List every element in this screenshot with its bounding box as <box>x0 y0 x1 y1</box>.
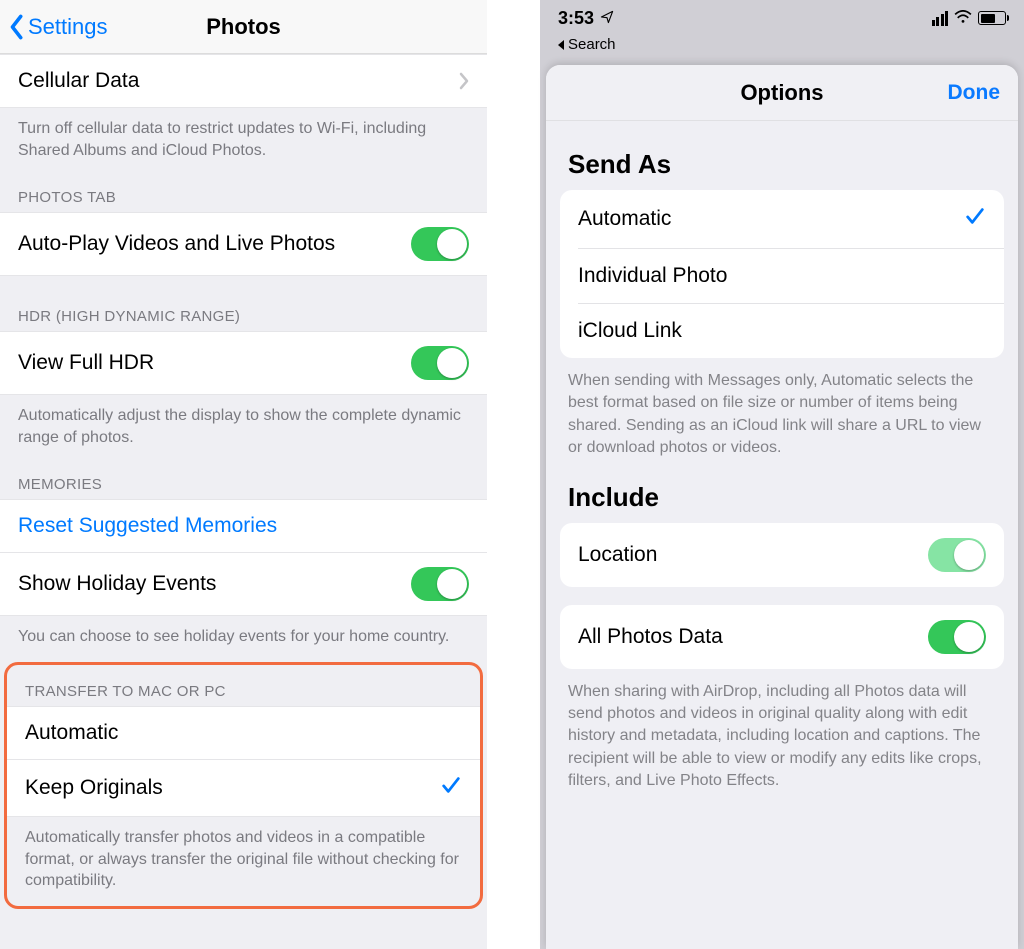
view-full-hdr-label: View Full HDR <box>18 351 154 375</box>
autoplay-toggle[interactable] <box>411 227 469 261</box>
location-arrow-icon <box>600 8 614 29</box>
sheet-nav: Options Done <box>546 65 1018 121</box>
caret-left-icon <box>556 39 566 51</box>
photos-tab-header: PHOTOS TAB <box>0 175 487 212</box>
include-title: Include <box>546 460 1018 523</box>
send-as-icloud-row[interactable]: iCloud Link <box>560 304 1004 358</box>
hdr-header: HDR (HIGH DYNAMIC RANGE) <box>0 294 487 331</box>
back-label: Settings <box>28 14 108 40</box>
done-label: Done <box>948 81 1001 105</box>
nav-bar: Settings Photos <box>0 0 487 54</box>
back-to-search[interactable]: Search <box>540 36 1024 63</box>
cellular-signal-icon <box>932 11 949 26</box>
back-search-label: Search <box>568 36 616 53</box>
include-allphotos-toggle[interactable] <box>928 620 986 654</box>
send-as-automatic-row[interactable]: Automatic <box>560 190 1004 248</box>
done-button[interactable]: Done <box>948 65 1001 120</box>
status-bar: 3:53 <box>540 0 1024 36</box>
view-full-hdr-row: View Full HDR <box>0 331 487 395</box>
checkmark-icon <box>440 774 462 802</box>
cellular-data-row[interactable]: Cellular Data <box>0 54 487 108</box>
hdr-footer: Automatically adjust the display to show… <box>0 395 487 462</box>
wifi-icon <box>954 8 972 29</box>
memories-header: MEMORIES <box>0 462 487 499</box>
page-title: Photos <box>206 14 281 40</box>
back-button[interactable]: Settings <box>8 0 108 53</box>
send-as-title: Send As <box>546 121 1018 190</box>
settings-photos-pane: Settings Photos Cellular Data Turn off c… <box>0 0 487 949</box>
transfer-automatic-label: Automatic <box>25 721 118 745</box>
include-footer: When sharing with AirDrop, including all… <box>546 669 1018 793</box>
show-holiday-toggle[interactable] <box>411 567 469 601</box>
send-as-individual-label: Individual Photo <box>578 264 727 288</box>
transfer-keep-originals-label: Keep Originals <box>25 776 163 800</box>
send-as-group: Automatic Individual Photo iCloud Link <box>560 190 1004 358</box>
include-location-group: Location <box>560 523 1004 587</box>
send-as-individual-row[interactable]: Individual Photo <box>560 249 1004 303</box>
transfer-header: TRANSFER TO MAC OR PC <box>7 665 480 706</box>
chevron-right-icon <box>459 72 469 90</box>
view-full-hdr-toggle[interactable] <box>411 346 469 380</box>
include-location-row: Location <box>560 523 1004 587</box>
reset-memories-row[interactable]: Reset Suggested Memories <box>0 499 487 553</box>
checkmark-icon <box>964 205 986 233</box>
memories-footer: You can choose to see holiday events for… <box>0 616 487 662</box>
send-as-footer: When sending with Messages only, Automat… <box>546 358 1018 460</box>
autoplay-row: Auto-Play Videos and Live Photos <box>0 212 487 276</box>
chevron-left-icon <box>8 14 24 40</box>
sheet-title: Options <box>740 80 823 106</box>
show-holiday-row: Show Holiday Events <box>0 553 487 616</box>
transfer-automatic-row[interactable]: Automatic <box>7 706 480 760</box>
options-sheet: Options Done Send As Automatic Individua… <box>546 65 1018 949</box>
cellular-data-label: Cellular Data <box>18 69 139 93</box>
transfer-footer: Automatically transfer photos and videos… <box>7 817 480 906</box>
include-allphotos-label: All Photos Data <box>578 625 723 649</box>
reset-memories-label: Reset Suggested Memories <box>18 514 277 538</box>
include-location-label: Location <box>578 543 657 567</box>
battery-icon <box>978 11 1006 25</box>
cellular-footer: Turn off cellular data to restrict updat… <box>0 108 487 175</box>
autoplay-label: Auto-Play Videos and Live Photos <box>18 232 335 256</box>
include-allphotos-group: All Photos Data <box>560 605 1004 669</box>
share-options-pane: 3:53 Search Options Done Send As Automa <box>540 0 1024 949</box>
send-as-icloud-label: iCloud Link <box>578 319 682 343</box>
transfer-keep-originals-row[interactable]: Keep Originals <box>7 760 480 817</box>
pane-gap <box>487 0 540 949</box>
send-as-automatic-label: Automatic <box>578 207 671 231</box>
include-allphotos-row: All Photos Data <box>560 605 1004 669</box>
status-time: 3:53 <box>558 8 594 29</box>
show-holiday-label: Show Holiday Events <box>18 572 216 596</box>
include-location-toggle[interactable] <box>928 538 986 572</box>
transfer-highlight: TRANSFER TO MAC OR PC Automatic Keep Ori… <box>4 662 483 909</box>
